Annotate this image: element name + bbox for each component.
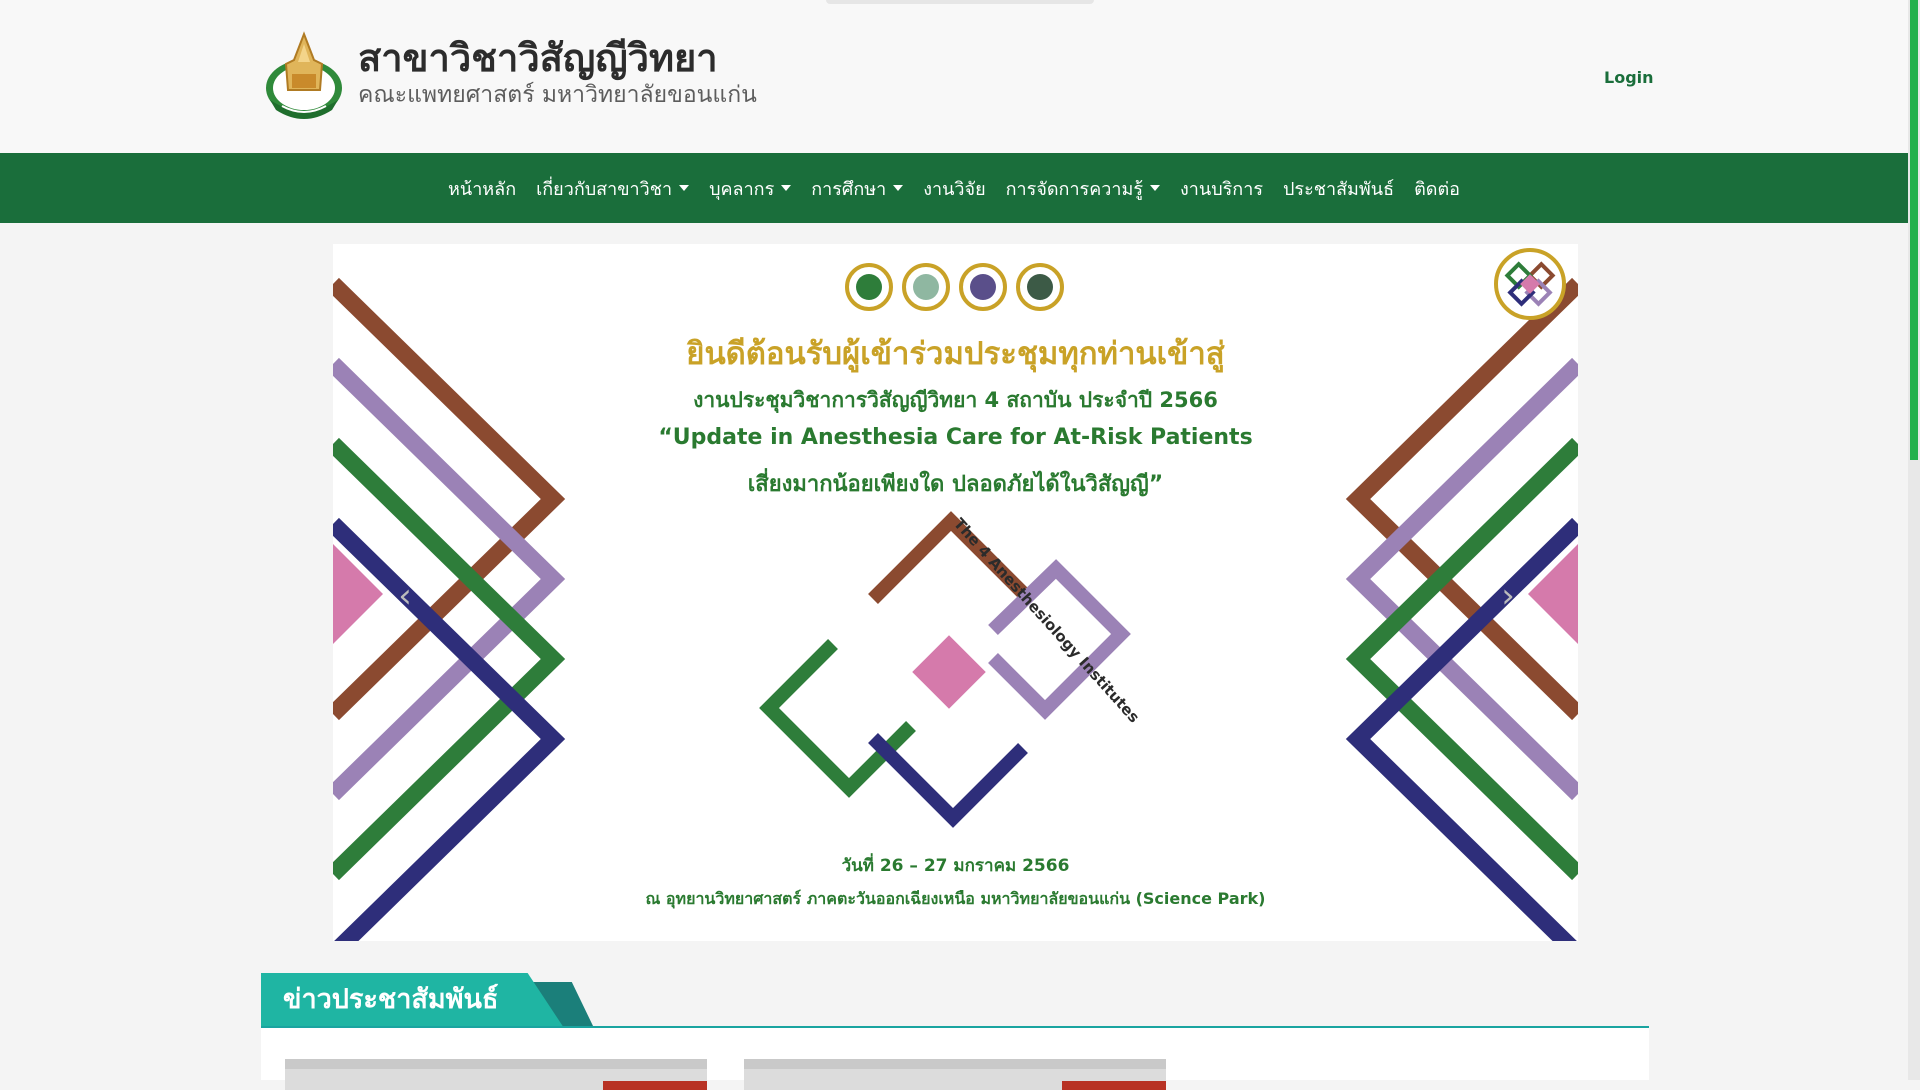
chevron-left-icon: ‹	[398, 576, 412, 616]
nav-item-education[interactable]: การศึกษา	[801, 174, 913, 203]
nav-item-label: งานวิจัย	[923, 178, 986, 200]
scrollbar-thumb[interactable]	[1910, 0, 1918, 460]
nav-item-home[interactable]: หน้าหลัก	[438, 174, 526, 203]
nav-item-staff[interactable]: บุคลากร	[699, 174, 801, 203]
faculty-crest-icon[interactable]	[262, 30, 346, 122]
nav-item-label: การจัดการความรู้	[1005, 178, 1144, 200]
nav-item-label: ประชาสัมพันธ์	[1282, 178, 1395, 200]
card-accent	[603, 1081, 707, 1090]
banner-quote-line1: “Update in Anesthesia Care for At-Risk P…	[658, 425, 1253, 450]
nav-item-news[interactable]: ประชาสัมพันธ์	[1273, 174, 1404, 203]
news-card[interactable]	[285, 1059, 707, 1090]
nav-item-label: เกี่ยวกับสาขาวิชา	[536, 178, 673, 200]
banner-welcome: ยินดีต้อนรับผู้เข้าร่วมประชุมทุกท่านเข้า…	[686, 336, 1225, 372]
nav-item-label: การศึกษา	[811, 178, 887, 200]
banner-conference: งานประชุมวิชาการวิสัญญีวิทยา 4 สถาบัน ปร…	[693, 388, 1218, 412]
caret-down-icon	[893, 185, 904, 191]
main-nav: หน้าหลัก เกี่ยวกับสาขาวิชา บุคลากร การศึ…	[0, 153, 1908, 223]
caret-down-icon	[1150, 185, 1161, 191]
nav-item-label: หน้าหลัก	[448, 178, 517, 200]
news-card[interactable]	[744, 1059, 1166, 1090]
top-tab	[826, 0, 1094, 4]
chevron-right-icon: ›	[1501, 576, 1515, 616]
nav-item-label: งานบริการ	[1180, 178, 1263, 200]
nav-item-services[interactable]: งานบริการ	[1170, 174, 1273, 203]
header: สาขาวิชาวิสัญญีวิทยา คณะแพทยศาสตร์ มหาวิ…	[0, 0, 1908, 153]
banner-venue: ณ อุทยานวิทยาศาสตร์ ภาคตะวันออกเฉียงเหนื…	[645, 889, 1266, 908]
caret-down-icon	[781, 185, 792, 191]
login-link[interactable]: Login	[1604, 68, 1654, 87]
banner-quote-line2: เสี่ยงมากน้อยเพียงใด ปลอดภัยได้ในวิสัญญี…	[747, 472, 1164, 497]
section-title: ข่าวประชาสัมพันธ์	[283, 984, 499, 1015]
carousel-next-button[interactable]: ›	[1488, 574, 1528, 618]
hero-carousel: The 4 Anesthesiology Institutes ยินดีต้อ…	[333, 244, 1578, 941]
site-subtitle: คณะแพทยศาสตร์ มหาวิทยาลัยขอนแก่น	[358, 82, 757, 108]
nav-item-label: ติดต่อ	[1414, 178, 1460, 200]
nav-item-research[interactable]: งานวิจัย	[913, 174, 995, 203]
nav-item-knowledge[interactable]: การจัดการความรู้	[996, 174, 1170, 203]
nav-item-label: บุคลากร	[709, 178, 775, 200]
site-title: สาขาวิชาวิสัญญีวิทยา	[358, 36, 718, 80]
carousel-prev-button[interactable]: ‹	[385, 574, 425, 618]
nav-item-contact[interactable]: ติดต่อ	[1404, 174, 1470, 203]
caret-down-icon	[679, 185, 690, 191]
nav-item-about[interactable]: เกี่ยวกับสาขาวิชา	[526, 174, 699, 203]
card-accent	[1062, 1081, 1166, 1090]
scrollbar[interactable]	[1908, 0, 1920, 1080]
banner-date: วันที่ 26 – 27 มกราคม 2566	[841, 856, 1070, 876]
